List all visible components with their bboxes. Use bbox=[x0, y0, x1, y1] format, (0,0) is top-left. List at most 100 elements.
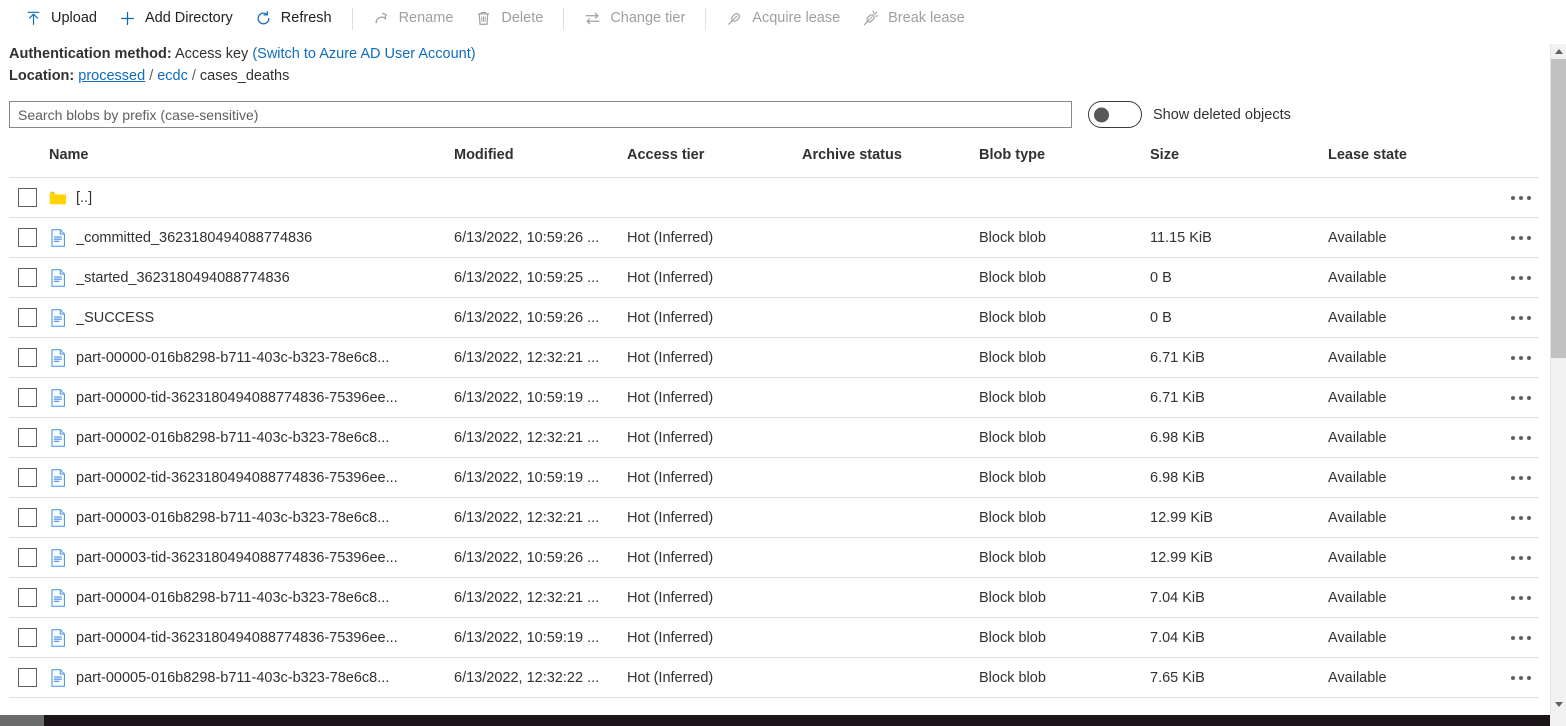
blob-name-link[interactable]: part-00005-016b8298-b711-403c-b323-78e6c… bbox=[76, 670, 389, 686]
cell-lease-state: Available bbox=[1328, 657, 1480, 698]
table-row[interactable]: _SUCCESS 6/13/2022, 10:59:26 ... Hot (Infe… bbox=[9, 297, 1539, 338]
table-row[interactable]: part-00003-016b8298-b711-403c-b323-78e6c… bbox=[9, 497, 1539, 538]
rename-icon bbox=[373, 10, 390, 27]
cell-actions bbox=[1480, 377, 1539, 418]
cell-modified bbox=[454, 177, 627, 218]
authentication-method-value: Access key bbox=[174, 46, 249, 62]
scrollbar-thumb[interactable] bbox=[1551, 59, 1566, 358]
more-actions-icon[interactable] bbox=[1503, 226, 1539, 250]
plus-icon bbox=[119, 10, 136, 27]
more-actions-icon[interactable] bbox=[1503, 386, 1539, 410]
cell-archive-status bbox=[802, 577, 979, 618]
switch-to-azure-ad-link[interactable]: (Switch to Azure AD User Account) bbox=[252, 46, 475, 62]
upload-button[interactable]: Upload bbox=[14, 1, 108, 37]
cell-access-tier: Hot (Inferred) bbox=[627, 657, 802, 698]
cell-lease-state: Available bbox=[1328, 537, 1480, 578]
row-checkbox[interactable] bbox=[18, 588, 37, 607]
blob-name-link[interactable]: part-00003-016b8298-b711-403c-b323-78e6c… bbox=[76, 510, 389, 526]
more-actions-icon[interactable] bbox=[1503, 506, 1539, 530]
blob-name-link[interactable]: [..] bbox=[76, 190, 92, 206]
blob-name-link[interactable]: _SUCCESS bbox=[76, 310, 154, 326]
row-checkbox[interactable] bbox=[18, 388, 37, 407]
cell-blob-type: Block blob bbox=[979, 497, 1150, 538]
more-actions-icon[interactable] bbox=[1503, 546, 1539, 570]
delete-button: Delete bbox=[464, 1, 554, 37]
row-checkbox[interactable] bbox=[18, 308, 37, 327]
more-actions-icon[interactable] bbox=[1503, 266, 1539, 290]
table-row[interactable]: _started_3623180494088774836 6/13/2022, 1… bbox=[9, 257, 1539, 298]
column-header-archive-status[interactable]: Archive status bbox=[802, 147, 979, 178]
scroll-down-arrow-icon[interactable] bbox=[1551, 697, 1566, 712]
cell-blob-type: Block blob bbox=[979, 217, 1150, 258]
more-actions-icon[interactable] bbox=[1503, 426, 1539, 450]
horizontal-scrollbar[interactable] bbox=[0, 715, 1566, 726]
blob-name-link[interactable]: part-00004-tid-3623180494088774836-75396… bbox=[76, 630, 398, 646]
more-actions-icon[interactable] bbox=[1503, 346, 1539, 370]
blob-name-link[interactable]: _committed_3623180494088774836 bbox=[76, 230, 312, 246]
table-row[interactable]: part-00005-016b8298-b711-403c-b323-78e6c… bbox=[9, 657, 1539, 698]
cell-size: 6.71 KiB bbox=[1150, 377, 1328, 418]
cell-archive-status bbox=[802, 377, 979, 418]
row-checkbox[interactable] bbox=[18, 508, 37, 527]
cell-modified: 6/13/2022, 12:32:22 ... bbox=[454, 657, 627, 698]
row-checkbox[interactable] bbox=[18, 468, 37, 487]
row-checkbox[interactable] bbox=[18, 268, 37, 287]
column-header-size[interactable]: Size bbox=[1150, 147, 1328, 178]
vertical-scrollbar[interactable] bbox=[1550, 44, 1566, 726]
more-actions-icon[interactable] bbox=[1503, 586, 1539, 610]
column-header-access-tier[interactable]: Access tier bbox=[627, 147, 802, 178]
refresh-button[interactable]: Refresh bbox=[244, 1, 343, 37]
table-row[interactable]: part-00002-tid-3623180494088774836-75396… bbox=[9, 457, 1539, 498]
cell-modified: 6/13/2022, 10:59:25 ... bbox=[454, 257, 627, 298]
table-row[interactable]: part-00000-tid-3623180494088774836-75396… bbox=[9, 377, 1539, 418]
row-checkbox[interactable] bbox=[18, 628, 37, 647]
cell-size: 12.99 KiB bbox=[1150, 497, 1328, 538]
show-deleted-objects-toggle[interactable] bbox=[1088, 101, 1142, 128]
more-actions-icon[interactable] bbox=[1503, 466, 1539, 490]
search-input[interactable] bbox=[9, 101, 1072, 128]
upload-icon bbox=[25, 10, 42, 27]
row-checkbox-cell bbox=[9, 417, 49, 458]
add-directory-button[interactable]: Add Directory bbox=[108, 1, 244, 37]
file-icon bbox=[49, 308, 67, 327]
table-row[interactable]: part-00004-016b8298-b711-403c-b323-78e6c… bbox=[9, 577, 1539, 618]
blob-name-link[interactable]: part-00000-016b8298-b711-403c-b323-78e6c… bbox=[76, 350, 389, 366]
column-header-modified[interactable]: Modified bbox=[454, 147, 627, 178]
breadcrumb-item-processed[interactable]: processed bbox=[78, 68, 145, 84]
more-actions-icon[interactable] bbox=[1503, 186, 1539, 210]
row-checkbox[interactable] bbox=[18, 228, 37, 247]
row-checkbox[interactable] bbox=[18, 668, 37, 687]
table-row[interactable]: part-00004-tid-3623180494088774836-75396… bbox=[9, 617, 1539, 658]
cell-blob-type: Block blob bbox=[979, 257, 1150, 298]
more-actions-icon[interactable] bbox=[1503, 666, 1539, 690]
cell-blob-type: Block blob bbox=[979, 417, 1150, 458]
column-header-name[interactable]: Name bbox=[49, 147, 454, 178]
row-checkbox-cell bbox=[9, 377, 49, 418]
row-checkbox[interactable] bbox=[18, 428, 37, 447]
scroll-up-arrow-icon[interactable] bbox=[1551, 44, 1566, 59]
table-row[interactable]: part-00002-016b8298-b711-403c-b323-78e6c… bbox=[9, 417, 1539, 458]
table-row[interactable]: [..] bbox=[9, 177, 1539, 218]
file-icon bbox=[49, 508, 67, 527]
cell-archive-status bbox=[802, 657, 979, 698]
row-checkbox[interactable] bbox=[18, 548, 37, 567]
row-checkbox[interactable] bbox=[18, 188, 37, 207]
row-checkbox[interactable] bbox=[18, 348, 37, 367]
blob-name-link[interactable]: part-00002-016b8298-b711-403c-b323-78e6c… bbox=[76, 430, 389, 446]
blob-name-link[interactable]: part-00004-016b8298-b711-403c-b323-78e6c… bbox=[76, 590, 389, 606]
blob-name-link[interactable]: part-00003-tid-3623180494088774836-75396… bbox=[76, 550, 398, 566]
column-header-blob-type[interactable]: Blob type bbox=[979, 147, 1150, 178]
column-header-lease-state[interactable]: Lease state bbox=[1328, 147, 1480, 178]
table-row[interactable]: part-00003-tid-3623180494088774836-75396… bbox=[9, 537, 1539, 578]
horizontal-scrollbar-thumb[interactable] bbox=[0, 715, 44, 726]
more-actions-icon[interactable] bbox=[1503, 626, 1539, 650]
blob-name-link[interactable]: part-00000-tid-3623180494088774836-75396… bbox=[76, 390, 398, 406]
breadcrumb-item-ecdc[interactable]: ecdc bbox=[157, 68, 188, 84]
blob-table: Name Modified Access tier Archive status… bbox=[9, 147, 1539, 698]
table-row[interactable]: part-00000-016b8298-b711-403c-b323-78e6c… bbox=[9, 337, 1539, 378]
more-actions-icon[interactable] bbox=[1503, 306, 1539, 330]
blob-name-link[interactable]: _started_3623180494088774836 bbox=[76, 270, 290, 286]
blob-name-link[interactable]: part-00002-tid-3623180494088774836-75396… bbox=[76, 470, 398, 486]
table-row[interactable]: _committed_3623180494088774836 6/13/2022,… bbox=[9, 217, 1539, 258]
show-deleted-objects-label: Show deleted objects bbox=[1153, 106, 1291, 123]
